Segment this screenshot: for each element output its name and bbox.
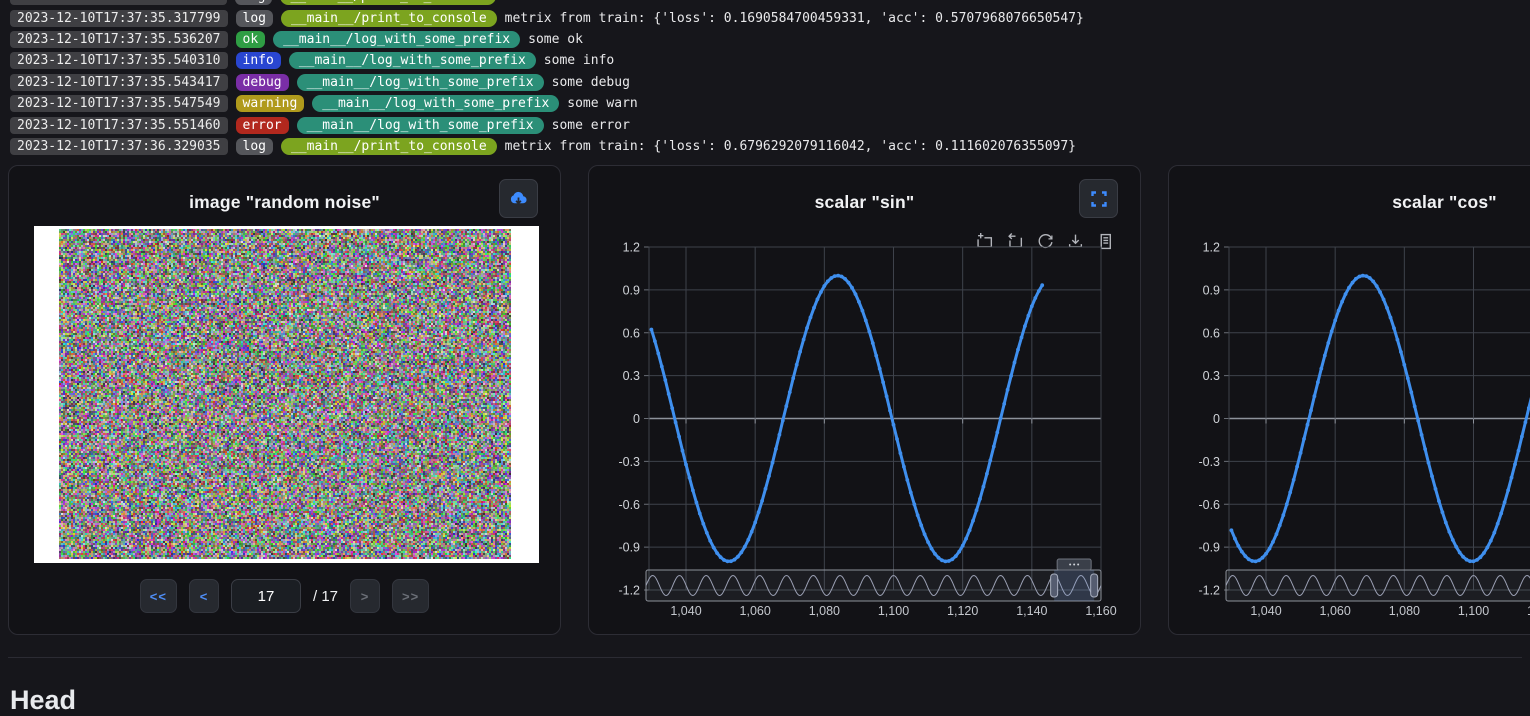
log-message: some debug	[552, 75, 630, 90]
log-row: 2023-12-10T17:37:35.536207 ok __main__/log…	[0, 29, 1530, 50]
next-page-button[interactable]: >	[350, 579, 380, 613]
log-logger-badge: __main__/print_to_console	[281, 138, 497, 155]
log-timestamp: 2023-12-10T17:37:36.329035	[10, 138, 228, 155]
log-level-badge: debug	[236, 74, 289, 91]
log-row: log __main__/print_to_console	[0, 0, 1530, 7]
image-pagination: << < / 17 > >>	[9, 579, 560, 613]
last-page-button[interactable]: >>	[392, 579, 429, 613]
svg-text:-1.2: -1.2	[1198, 584, 1220, 598]
datazoom-handle[interactable]	[1091, 574, 1098, 597]
log-timestamp	[10, 0, 227, 5]
svg-text:1,060: 1,060	[1320, 604, 1351, 618]
cloud-download-icon	[508, 188, 529, 209]
svg-text:0.6: 0.6	[623, 326, 640, 340]
log-row: 2023-12-10T17:37:35.540310 info __main__/l…	[0, 50, 1530, 71]
log-logger-badge: __main__/log_with_some_prefix	[312, 95, 559, 112]
log-logger-badge: __main__/print_to_console	[281, 10, 497, 27]
log-timestamp: 2023-12-10T17:37:35.540310	[10, 52, 228, 69]
svg-text:1,060: 1,060	[740, 604, 771, 618]
log-timestamp: 2023-12-10T17:37:35.547549	[10, 95, 228, 112]
log-row: 2023-12-10T17:37:35.551460 error __main__/…	[0, 114, 1530, 135]
svg-text:0.3: 0.3	[623, 369, 640, 383]
svg-text:1,080: 1,080	[809, 604, 840, 618]
log-timestamp: 2023-12-10T17:37:35.536207	[10, 31, 228, 48]
svg-text:1,040: 1,040	[1250, 604, 1281, 618]
image-download-button[interactable]	[499, 179, 538, 218]
log-timestamp: 2023-12-10T17:37:35.317799	[10, 10, 228, 27]
svg-text:0: 0	[1213, 412, 1220, 426]
svg-text:0.9: 0.9	[623, 283, 640, 297]
log-timestamp: 2023-12-10T17:37:35.543417	[10, 74, 228, 91]
svg-text:-0.6: -0.6	[1198, 498, 1220, 512]
log-message: metrix from train: {'loss': 0.6796292079…	[505, 139, 1076, 154]
log-row: 2023-12-10T17:37:36.329035 log __main__/pr…	[0, 136, 1530, 157]
svg-text:1,100: 1,100	[878, 604, 909, 618]
log-row: 2023-12-10T17:37:35.317799 log __main__/pr…	[0, 7, 1530, 28]
svg-text:-0.9: -0.9	[618, 541, 640, 555]
page-number-input[interactable]	[231, 579, 301, 613]
scalar-cos-card: scalar "cos" 1.20.90.60.30-0.3-0.6-0.9-1…	[1168, 165, 1530, 635]
log-logger-badge: __main__/log_with_some_prefix	[289, 52, 536, 69]
console-log: log__main__/print_to_console2023-12-10T1…	[0, 0, 1530, 157]
image-card-title: image "random noise"	[9, 192, 560, 213]
log-timestamp: 2023-12-10T17:37:35.551460	[10, 117, 228, 134]
log-message: some warn	[567, 96, 637, 111]
image-frame	[34, 226, 539, 563]
scalar-sin-card: scalar "sin" 1.20.90.60.30-0.3-0.6-0.9-1…	[588, 165, 1141, 635]
random-noise-image	[59, 229, 511, 559]
log-logger-badge: __main__/log_with_some_prefix	[273, 31, 520, 48]
section-divider	[8, 657, 1522, 658]
svg-text:-0.3: -0.3	[1198, 455, 1220, 469]
svg-text:0.3: 0.3	[1203, 369, 1220, 383]
page-total-label: / 17	[313, 588, 338, 605]
svg-text:0: 0	[633, 412, 640, 426]
log-level-badge: log	[236, 10, 273, 27]
log-row: 2023-12-10T17:37:35.543417 debug __main__/…	[0, 72, 1530, 93]
svg-text:-1.2: -1.2	[618, 584, 640, 598]
next-section-heading: Head	[10, 685, 76, 716]
log-level-badge: log	[236, 138, 273, 155]
datazoom-handle[interactable]	[1051, 574, 1058, 597]
log-logger-badge: __main__/print_to_console	[280, 0, 496, 5]
log-message: some info	[544, 53, 614, 68]
svg-text:1,040: 1,040	[670, 604, 701, 618]
log-level-badge: log	[235, 0, 272, 5]
svg-text:1,140: 1,140	[1016, 604, 1047, 618]
svg-text:-0.9: -0.9	[1198, 541, 1220, 555]
log-message: metrix from train: {'loss': 0.1690584700…	[505, 11, 1084, 26]
svg-text:1.2: 1.2	[1203, 241, 1220, 255]
svg-text:1,100: 1,100	[1458, 604, 1489, 618]
svg-text:0.9: 0.9	[1203, 283, 1220, 297]
first-page-button[interactable]: <<	[140, 579, 177, 613]
sin-chart-canvas[interactable]: 1.2 0.9 0.6 0.3 0 -0.3 -0.6 -0.9 -1.2 1,040 1,060 1…	[589, 166, 1142, 636]
svg-text:-0.6: -0.6	[618, 498, 640, 512]
log-level-badge: info	[236, 52, 281, 69]
log-level-badge: ok	[236, 31, 266, 48]
svg-text:1,120: 1,120	[947, 604, 978, 618]
log-message: some ok	[528, 32, 583, 47]
log-row: 2023-12-10T17:37:35.547549 warning __main_…	[0, 93, 1530, 114]
svg-text:0.6: 0.6	[1203, 326, 1220, 340]
log-logger-badge: __main__/log_with_some_prefix	[297, 117, 544, 134]
svg-text:1,080: 1,080	[1389, 604, 1420, 618]
prev-page-button[interactable]: <	[189, 579, 219, 613]
log-level-badge: warning	[236, 95, 305, 112]
svg-text:1,160: 1,160	[1085, 604, 1116, 618]
image-card: image "random noise" << < / 17 > >>	[8, 165, 561, 635]
svg-text:-0.3: -0.3	[618, 455, 640, 469]
log-logger-badge: __main__/log_with_some_prefix	[297, 74, 544, 91]
svg-text:1.2: 1.2	[623, 241, 640, 255]
log-message: some error	[552, 118, 630, 133]
log-level-badge: error	[236, 117, 289, 134]
cos-chart-canvas[interactable]: 1.2 0.9 0.6 0.3 0 -0.3 -0.6 -0.9 -1.2 1,040 1,060 1…	[1169, 166, 1530, 636]
